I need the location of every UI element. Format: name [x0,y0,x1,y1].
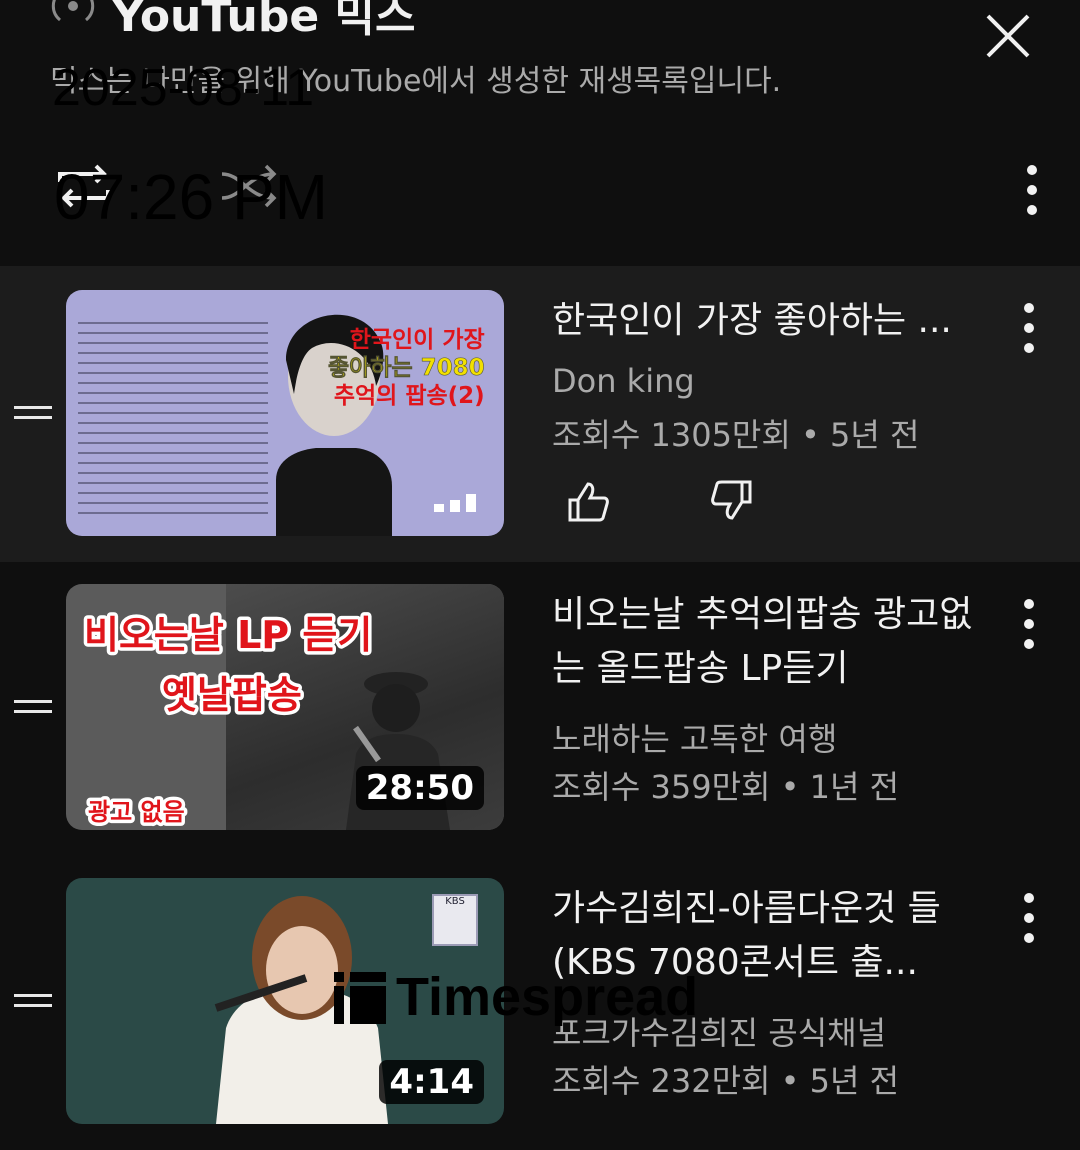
mix-title: YouTube 믹스 [112,0,416,42]
more-vert-icon[interactable] [1010,596,1048,652]
video-title[interactable]: 한국인이 가장 좋아하는 ... [552,294,992,348]
timespread-logo-icon [334,972,386,1024]
video-duration: 28:50 [355,766,484,810]
channel-name[interactable]: 노래하는 고독한 여행 [552,714,837,760]
video-title[interactable]: 비오는날 추억의팝송 광고없는 올드팝송 LP듣기 [552,588,992,696]
video-meta: 조회수 359만회 • 1년 전 [552,768,900,806]
kbs-logo: KBS [432,894,478,946]
more-vert-icon[interactable] [1008,160,1056,220]
svg-text:광고 없음: 광고 없음 [88,798,185,826]
video-thumbnail[interactable]: 비오는날 LP 듣기 옛날팝송 광고 없음 28:50 [66,584,504,830]
radio-icon [51,0,95,22]
video-duration: 4:14 [379,1060,484,1104]
playlist-item-current[interactable]: 한국인이 가장 좋아하는 7080 추억의 팝송(2) 한국인이 가장 좋아하는… [0,266,1080,562]
video-meta: 조회수 1305만회 • 5년 전 [552,416,920,454]
now-playing-icon [434,494,476,512]
mix-header: YouTube 믹스 믹스는 나만을 위해 YouTube에서 생성한 재생목록… [0,0,1080,262]
drag-handle-icon[interactable] [14,990,52,1012]
video-thumbnail[interactable]: 한국인이 가장 좋아하는 7080 추억의 팝송(2) [66,290,504,536]
watermark-text: Timespread [396,967,699,1027]
playlist-item[interactable]: 비오는날 LP 듣기 옛날팝송 광고 없음 28:50 비오는날 추억의팝송 광… [0,562,1080,856]
thumbnail-caption: 한국인이 가장 좋아하는 7080 추억의 팝송(2) [328,327,485,409]
more-vert-icon[interactable] [1010,890,1048,946]
more-vert-icon[interactable] [1010,300,1048,356]
overlay-time: 07:26 PM [54,161,328,233]
like-icon[interactable] [566,480,610,524]
svg-text:옛날팝송: 옛날팝송 [162,673,302,717]
drag-handle-icon[interactable] [14,402,52,424]
svg-text:비오는날 LP 듣기: 비오는날 LP 듣기 [84,613,372,657]
overlay-date: 2025-08-11 [52,59,315,117]
close-icon[interactable] [980,8,1036,64]
channel-name[interactable]: Don king [552,362,695,400]
video-meta: 조회수 232만회 • 5년 전 [552,1062,900,1100]
dislike-icon[interactable] [710,478,754,522]
drag-handle-icon[interactable] [14,696,52,718]
